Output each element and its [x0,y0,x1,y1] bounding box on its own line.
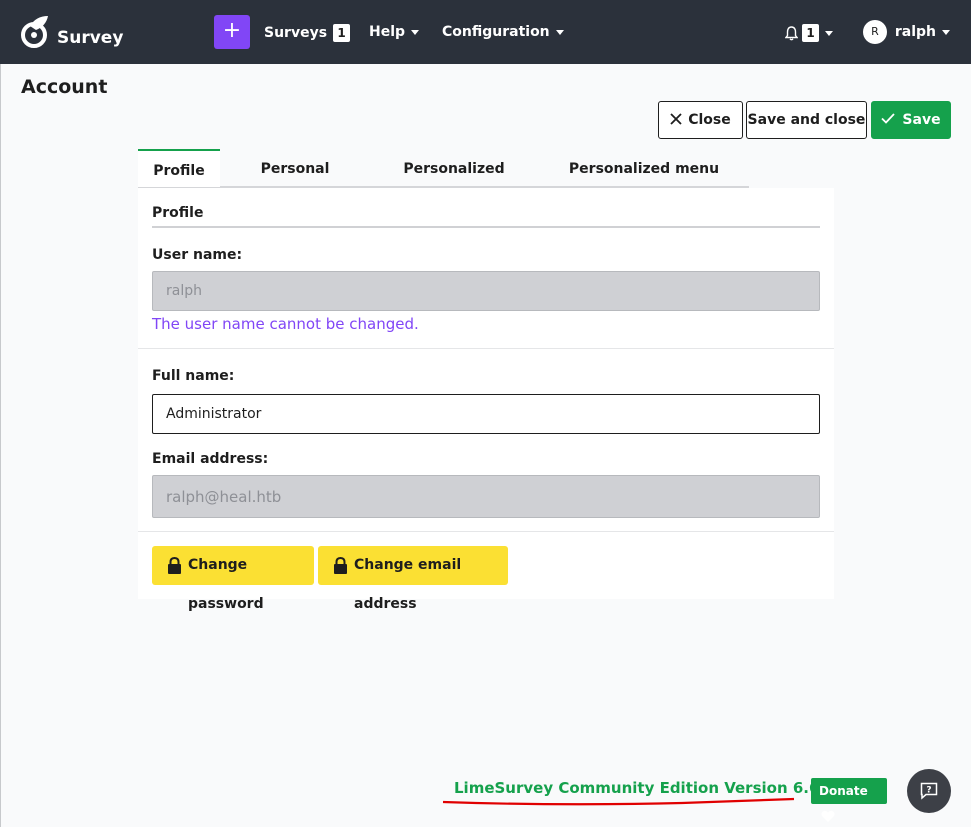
surveys-count-badge: 1 [333,24,351,42]
donate-button[interactable]: Donate [811,778,887,822]
create-survey-button[interactable]: + [214,15,250,49]
bell-icon [784,25,799,40]
save-button-label: Save [902,112,941,128]
save-and-close-label: Save and close [747,112,866,128]
fullname-label: Full name: [152,368,235,384]
chat-icon: ? [920,782,938,800]
profile-panel: Profile User name: The user name cannot … [138,188,834,612]
left-border [0,64,1,827]
svg-text:?: ? [926,786,931,796]
username-label: User name: [152,247,243,263]
close-button-label: Close [688,112,731,128]
fullname-input[interactable] [152,394,820,434]
chevron-down-icon [825,30,833,36]
chevron-down-icon [942,29,951,35]
change-email-button[interactable]: Change email address [318,546,508,612]
limesurvey-logo-icon[interactable] [20,14,52,50]
lock-icon [334,557,347,574]
lock-icon [168,557,181,574]
change-email-label: Change email address [354,557,462,612]
nav-help-label: Help [369,24,406,40]
nav-help[interactable]: Help [369,24,420,40]
username-input[interactable] [152,271,820,311]
top-navbar: Survey + Surveys 1 Help Configuration 1 R… [0,0,971,64]
donate-label: Donate [819,784,868,798]
close-icon [670,113,682,125]
version-link[interactable]: LimeSurvey Community Edition Version 6.6… [454,779,836,797]
red-underline-annotation [442,797,795,806]
save-and-close-button[interactable]: Save and close [746,101,867,139]
notifications-menu[interactable]: 1 [784,24,833,42]
tab-personalized-menus[interactable]: Personalized menus [378,149,530,217]
check-icon [881,113,896,124]
divider [138,531,834,532]
email-label: Email address: [152,451,269,467]
change-password-button[interactable]: Change password [152,546,314,612]
change-password-label: Change password [188,557,264,612]
save-button[interactable]: Save [871,101,951,139]
user-menu[interactable]: R ralph [863,20,951,44]
avatar: R [863,20,887,44]
user-name: ralph [894,24,937,40]
chat-button[interactable]: ? [907,769,951,813]
chevron-down-icon [411,29,420,35]
email-input[interactable] [152,475,820,518]
section-title: Profile [152,205,820,228]
tab-personal-settings[interactable]: Personal settings [228,149,362,217]
close-button[interactable]: Close [658,101,743,139]
tab-personalized-menu-entries[interactable]: Personalized menu entries [548,149,740,217]
brand-name[interactable]: Survey [57,28,123,48]
chevron-down-icon [555,29,564,35]
username-hint: The user name cannot be changed. [152,315,419,333]
account-tabs: Profile Personal settings Personalized m… [138,149,749,217]
tab-profile[interactable]: Profile [138,149,220,187]
notifications-count-badge: 1 [802,24,819,42]
page-title: Account [21,76,108,98]
nav-configuration-label: Configuration [442,24,550,40]
nav-surveys-label: Surveys [264,25,328,41]
divider [138,348,834,349]
plus-icon: + [222,18,242,43]
nav-configuration[interactable]: Configuration [442,24,564,40]
nav-surveys[interactable]: Surveys 1 [264,24,351,42]
heart-icon [821,810,835,822]
